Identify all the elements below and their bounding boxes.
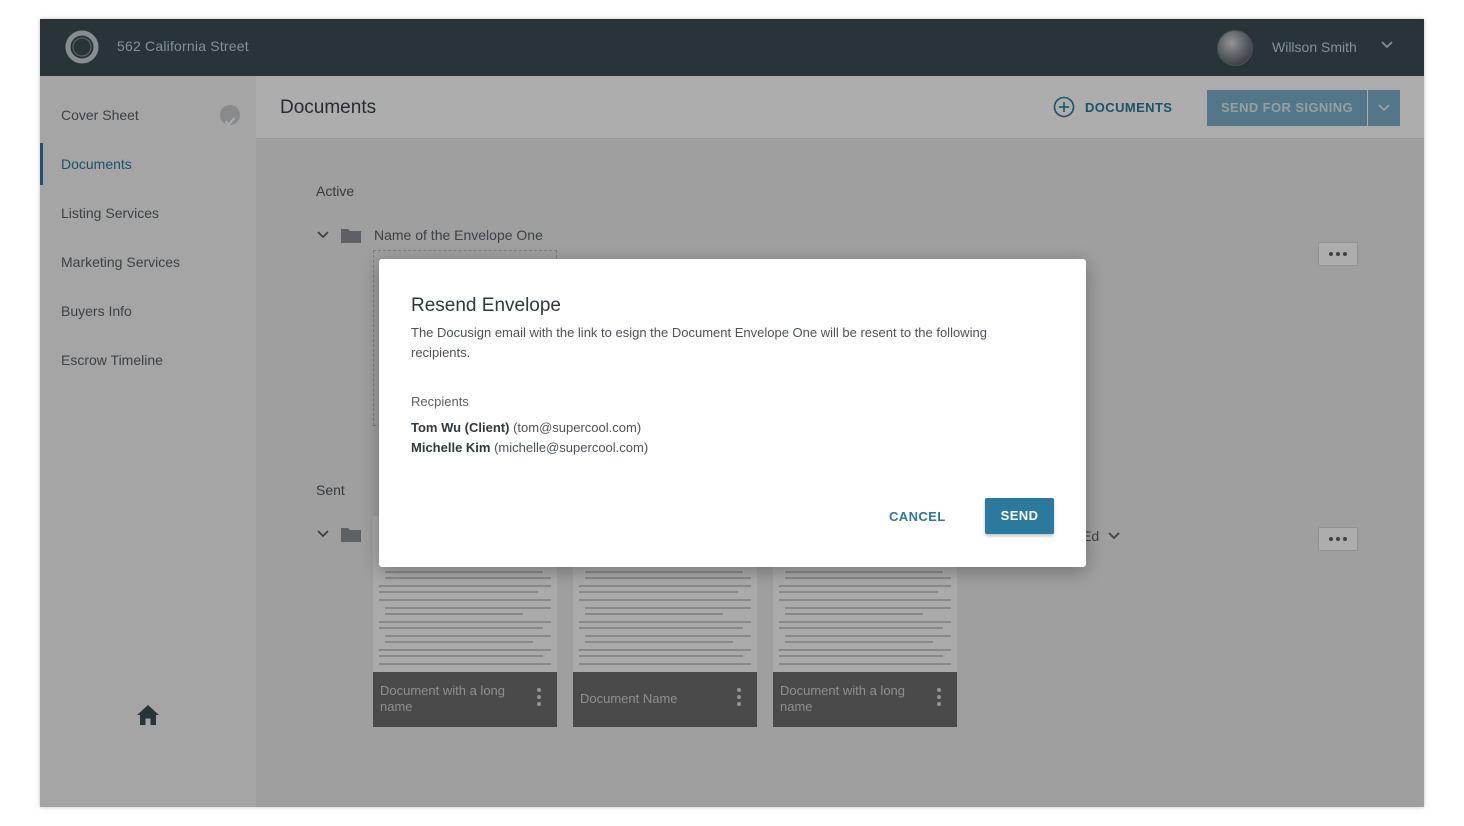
recipient-email: (tom@supercool.com) (513, 420, 642, 435)
resend-envelope-dialog: Resend Envelope The Docusign email with … (379, 259, 1086, 567)
recipient-name: Michelle Kim (411, 440, 491, 455)
dialog-description: The Docusign email with the link to esig… (411, 325, 987, 360)
cancel-button[interactable]: CANCEL (889, 509, 946, 524)
dialog-title: Resend Envelope (411, 295, 561, 316)
app-window: 562 California Street Willson Smith Cove… (40, 19, 1424, 807)
send-button[interactable]: SEND (985, 498, 1054, 534)
recipient-name: Tom Wu (Client) (411, 420, 510, 435)
recipient-item: Tom Wu (Client) (tom@supercool.com) (411, 420, 641, 435)
recipient-item: Michelle Kim (michelle@supercool.com) (411, 440, 648, 455)
recipients-label: Recpients (411, 394, 469, 409)
recipient-email: (michelle@supercool.com) (494, 440, 649, 455)
